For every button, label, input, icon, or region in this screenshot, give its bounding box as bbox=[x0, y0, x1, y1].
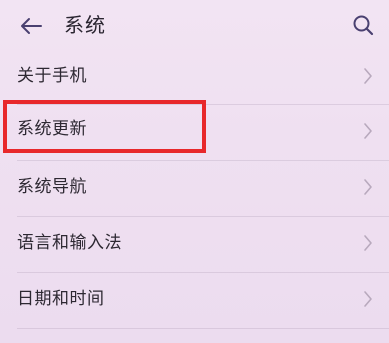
back-arrow-icon bbox=[21, 18, 42, 34]
search-icon bbox=[353, 15, 374, 36]
chevron-right-icon bbox=[364, 68, 372, 84]
settings-item-system-navigation[interactable]: 系统导航 bbox=[0, 161, 389, 217]
back-button[interactable] bbox=[16, 12, 46, 40]
settings-item-system-update[interactable]: 系统更新 bbox=[0, 105, 389, 161]
settings-item-label: 日期和时间 bbox=[17, 289, 105, 309]
page-title: 系统 bbox=[64, 13, 106, 37]
chevron-right-icon bbox=[364, 179, 372, 195]
settings-item-label: 系统更新 bbox=[17, 119, 87, 139]
settings-item-label: 系统导航 bbox=[17, 177, 87, 197]
divider bbox=[17, 328, 389, 329]
app-header: 系统 bbox=[0, 0, 389, 50]
settings-item-date-time[interactable]: 日期和时间 bbox=[0, 273, 389, 329]
settings-item-about-phone[interactable]: 关于手机 bbox=[0, 50, 389, 106]
settings-screen: 系统 关于手机 系统更新 系统导航 语言和输入法 日期和时间 bbox=[0, 0, 389, 343]
chevron-right-icon bbox=[364, 123, 372, 139]
settings-item-label: 语言和输入法 bbox=[17, 233, 122, 253]
settings-item-language-input[interactable]: 语言和输入法 bbox=[0, 217, 389, 273]
search-button[interactable] bbox=[349, 11, 377, 39]
settings-item-label: 关于手机 bbox=[17, 66, 87, 86]
chevron-right-icon bbox=[364, 235, 372, 251]
chevron-right-icon bbox=[364, 291, 372, 307]
